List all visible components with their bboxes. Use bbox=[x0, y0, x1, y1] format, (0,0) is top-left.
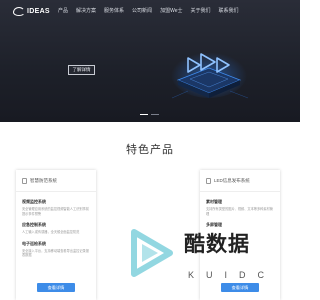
nav-item-services[interactable]: 服务体系 bbox=[104, 7, 124, 14]
card-body: 视频监控系统 安全管理应用系统的监控视频智能人工识别事前提示事件预警 应急控制系… bbox=[16, 192, 96, 258]
feature-title: 视频监控系统 bbox=[22, 199, 46, 204]
carousel-dot[interactable] bbox=[151, 114, 159, 116]
feature-title: 电子巡检系统 bbox=[22, 240, 46, 246]
carousel-dot[interactable] bbox=[140, 114, 148, 116]
watermark-play-logo-icon bbox=[131, 229, 173, 277]
feature-desc: 支持所有类型的图片、视频、文本等多种素材管理 bbox=[206, 207, 273, 216]
nav-item-news[interactable]: 公司新闻 bbox=[132, 7, 152, 14]
feature-desc: 安全接入平台，支持移动端查看导出监控记录报表数据 bbox=[22, 248, 89, 258]
monitor-icon bbox=[206, 177, 211, 184]
learn-more-button[interactable]: 了解详情 bbox=[68, 65, 95, 75]
view-details-button[interactable]: 查看详情 bbox=[37, 283, 75, 292]
watermark-text: 酷数据 bbox=[184, 233, 250, 256]
nav-item-products[interactable]: 产品 bbox=[58, 7, 68, 14]
top-nav: IDEAS 产品 解决方案 服务体系 公司新闻 加盟We士 关于我们 联系我们 bbox=[0, 0, 300, 20]
nav-menu: 产品 解决方案 服务体系 公司新闻 加盟We士 关于我们 联系我们 bbox=[58, 7, 239, 14]
card-title: LED信息发布系统 bbox=[214, 177, 250, 183]
feature-desc: 人工输入或传感器，全天候全面监控防范 bbox=[22, 230, 80, 234]
view-details-button[interactable]: 查看详情 bbox=[221, 283, 259, 292]
carousel-indicators bbox=[140, 114, 159, 116]
watermark-subtext: KUIDC bbox=[188, 270, 277, 280]
card-header: 智慧防范系统 bbox=[16, 170, 96, 192]
feature-title: 素材管理 bbox=[206, 199, 222, 204]
logo-text: IDEAS bbox=[27, 7, 50, 15]
nav-item-contact[interactable]: 联系我们 bbox=[219, 7, 239, 14]
shield-icon bbox=[22, 177, 27, 184]
product-card-security: 智慧防范系统 视频监控系统 安全管理应用系统的监控视频智能人工识别事前提示事件预… bbox=[16, 170, 96, 300]
feature-desc: 安全管理应用系统的监控视频智能人工识别事前提示事件预警 bbox=[22, 207, 89, 216]
play-platform-illustration bbox=[171, 50, 249, 99]
card-header: LED信息发布系统 bbox=[200, 170, 280, 192]
card-body: 素材管理 支持所有类型的图片、视频、文本等多种素材管理 多屏管理 bbox=[200, 192, 280, 228]
site-logo[interactable]: IDEAS bbox=[13, 6, 50, 16]
section-title: 特色产品 bbox=[126, 144, 174, 156]
card-title: 智慧防范系统 bbox=[30, 177, 57, 183]
hero-banner: IDEAS 产品 解决方案 服务体系 公司新闻 加盟We士 关于我们 联系我们 … bbox=[0, 0, 300, 122]
logo-mark-icon bbox=[13, 6, 25, 16]
nav-item-about[interactable]: 关于我们 bbox=[190, 7, 210, 14]
nav-item-join[interactable]: 加盟We士 bbox=[160, 7, 182, 14]
nav-item-solutions[interactable]: 解决方案 bbox=[76, 7, 96, 14]
feature-title: 应急控制系统 bbox=[22, 222, 46, 227]
